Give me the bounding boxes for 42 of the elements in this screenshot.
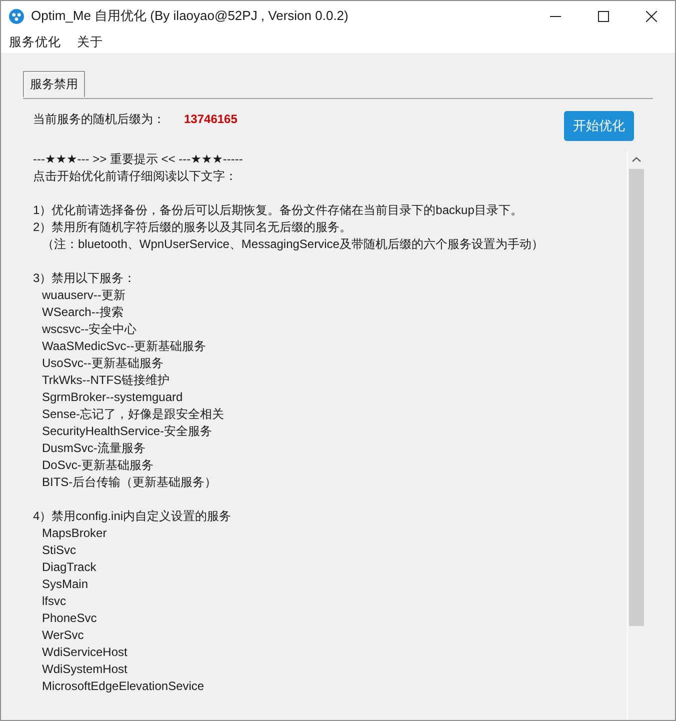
scroll-up-icon[interactable] [632,157,640,162]
close-icon [646,10,656,22]
text-line: DusmSvc-流量服务 [41,440,146,457]
tab[interactable]: 服务禁用 [23,71,85,97]
text-line: WdiSystemHost [41,661,128,678]
text-line: （注：bluetooth、WpnUserService、MessagingService及带随机后缀的六个服务设置为手动） [41,236,544,253]
app-icon [9,8,24,24]
text-line: TrkWks--NTFS链接维护 [41,372,170,389]
text-line: 3）禁用以下服务： [33,270,136,287]
text-line: BITS-后台传输（更新基础服务） [41,474,217,491]
menu-item[interactable]: 服务优化 [5,32,65,52]
maximize-icon [598,10,608,22]
text-line: wuauserv--更新 [41,287,126,304]
text-line: SysMain [41,576,88,593]
text-line: lfsvc [41,593,66,610]
text-line: ---★★★--- >> 重要提示 << ---★★★----- [33,151,243,168]
scrollbar[interactable] [627,151,644,720]
text-line: UsoSvc--更新基础服务 [41,355,164,372]
suffix-label: 当前服务的随机后缀为： [33,111,166,128]
text-line: MapsBroker [41,525,107,542]
text-line: DoSvc-更新基础服务 [41,457,154,474]
text-line: StiSvc [41,542,76,559]
suffix-value: 13746165 [184,111,238,128]
text-line: 点击开始优化前请仔细阅读以下文字： [33,168,237,185]
text-line: WerSvc [41,627,84,644]
text-line: WaaSMedicSvc--更新基础服务 [41,338,206,355]
text-line: SgrmBroker--systemguard [41,389,183,406]
text-line: DiagTrack [41,559,96,576]
text-line: 2）禁用所有随机字符后缀的服务以及其同名无后缀的服务。 [33,219,352,236]
scrollbar-thumb[interactable] [628,169,644,626]
text-line: 1）优化前请选择备份，备份后可以后期恢复。备份文件存储在当前目录下的backup目录下。 [33,202,522,219]
text-line: SecurityHealthService-安全服务 [41,423,212,440]
text-line: PhoneSvc [41,610,97,627]
text-line: 4）禁用config.ini内自定义设置的服务 [33,508,232,525]
text-line: wscsvc--安全中心 [41,321,137,338]
menu-item[interactable]: 关于 [73,32,107,52]
text-line: WdiServiceHost [41,644,128,661]
window-title: Optim_Me 自用优化 (By ilaoyao@52PJ , Version 0.0.2) [31,7,350,25]
text-line: Sense-忘记了，好像是跟安全相关 [41,406,224,423]
start-button[interactable]: 开始优化 [564,111,634,141]
text-line: WSearch--搜索 [41,304,124,321]
text-line: MicrosoftEdgeElevationSevice [41,678,204,695]
